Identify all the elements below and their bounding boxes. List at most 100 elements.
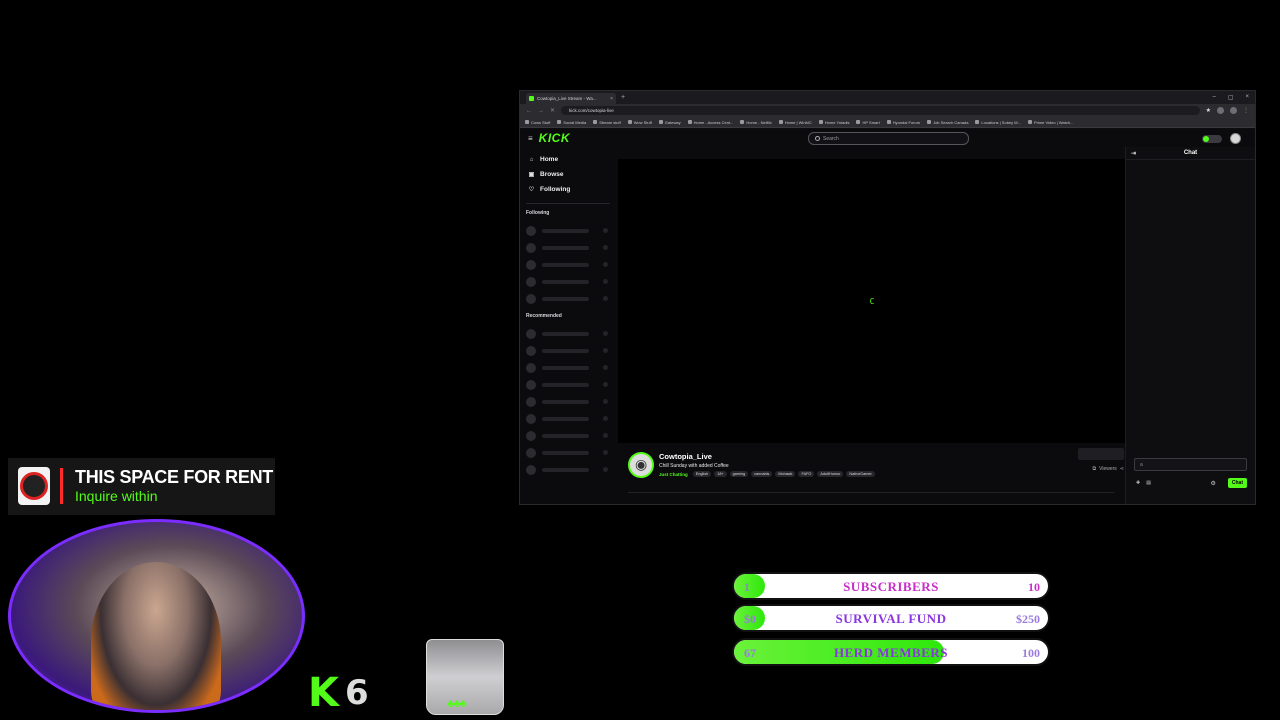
stream-category[interactable]: Just Chatting — [659, 472, 688, 477]
rent-subtitle: Inquire within — [75, 488, 158, 504]
stream-title: Chill Sunday with added Coffee — [659, 463, 729, 469]
menu-kebab-icon[interactable]: ⋮ — [1243, 107, 1249, 114]
bookmark-label: Home Yotadis — [824, 119, 850, 125]
recommended-list — [526, 325, 610, 478]
bookmark-label: Social Media — [563, 119, 587, 125]
bookmark-item[interactable]: Gateway — [658, 119, 681, 125]
bookmark-label: Wow Stuff — [633, 119, 652, 125]
bookmark-folder-icon — [886, 120, 891, 124]
close-window-button[interactable]: × — [1245, 94, 1249, 101]
bookmark-item[interactable]: Home - Netflix — [740, 119, 772, 125]
stop-icon[interactable]: ✕ — [550, 107, 555, 114]
goal-target: 100 — [1022, 646, 1040, 660]
tab-close-icon[interactable]: × — [610, 96, 613, 102]
chat-send-button[interactable]: Chat — [1227, 478, 1247, 488]
emote-icon[interactable]: ✚ — [1136, 480, 1140, 486]
share-icon[interactable]: ⋖ — [1120, 466, 1124, 472]
tab-bar: Cowtopia_Live Stream - Wa... × + – ▢ × — [520, 91, 1255, 104]
video-player[interactable]: C — [618, 159, 1126, 443]
bookmark-folder-icon — [627, 120, 632, 124]
stream-info: Cowtopia_Live Chill Sunday with added Co… — [628, 448, 1124, 482]
stream-tag[interactable]: cannabis — [751, 471, 773, 477]
maximize-button[interactable]: ▢ — [1228, 94, 1234, 101]
viewer-count: ⧉ Viewers ⋖ — [1093, 466, 1124, 472]
bookmark-item[interactable]: Home - Access Cent... — [687, 120, 733, 125]
bookmark-folder-icon — [927, 120, 932, 124]
goal-target: 10 — [1028, 580, 1040, 594]
search-input[interactable]: Search — [808, 132, 969, 145]
skeleton-row — [526, 222, 610, 239]
bookmark-item[interactable]: Social Media — [557, 120, 586, 125]
skeleton-row — [526, 359, 610, 376]
bookmark-label: Home | WinMC — [784, 119, 812, 125]
channel-name[interactable]: Cowtopia_Live — [659, 452, 712, 461]
goal-label: HERD MEMBERS — [834, 645, 948, 660]
collapse-chat-icon[interactable]: ⇥ — [1131, 150, 1136, 157]
bookmark-label: Locations | Sobey M... — [981, 119, 1021, 125]
gift-icon[interactable]: ▤ — [1146, 480, 1151, 486]
kick-logo[interactable]: KICK — [539, 131, 570, 145]
minimize-button[interactable]: – — [1212, 94, 1215, 101]
theme-toggle[interactable] — [1202, 134, 1222, 143]
skeleton-row — [526, 290, 610, 307]
bookmark-folder-icon — [658, 120, 663, 124]
skeleton-row — [526, 325, 610, 342]
bookmark-folder-icon — [1027, 120, 1032, 124]
skeleton-row — [526, 342, 610, 359]
sidebar-item-browse[interactable]: ▣ Browse — [526, 167, 610, 182]
stream-tags: Just Chatting English 18+ gaming cannabis Mo… — [659, 471, 875, 477]
new-tab-button[interactable]: + — [621, 94, 625, 101]
stream-tag[interactable]: AdultHumor — [817, 471, 844, 477]
rent-banner: THIS SPACE FOR RENT Inquire within — [8, 458, 275, 515]
back-icon[interactable]: ← — [526, 108, 532, 114]
bookmark-item[interactable]: Job Search Canada — [927, 120, 968, 125]
goal-label: SUBSCRIBERS — [843, 579, 939, 594]
stream-tag[interactable]: gaming — [729, 471, 749, 477]
profile-icon[interactable] — [1230, 107, 1237, 114]
stream-tag[interactable]: Mohawk — [775, 471, 796, 477]
sidebar-item-following[interactable]: ♡ Following — [526, 182, 610, 197]
bookmark-item[interactable]: Prime Video | Watch... — [1027, 120, 1073, 125]
channel-avatar[interactable] — [628, 452, 654, 478]
kick-favicon-icon — [529, 96, 534, 101]
bookmark-folder-icon — [818, 120, 823, 124]
stream-tag[interactable]: 18+ — [714, 471, 727, 477]
goal-target: $250 — [1016, 612, 1040, 626]
hamburger-menu-icon[interactable]: ≡ — [528, 134, 533, 143]
bookmark-item[interactable]: Cows Stuff — [525, 120, 550, 125]
bookmark-item[interactable]: Home Yotadis — [818, 119, 850, 125]
stream-tag[interactable]: FAFO — [798, 471, 815, 477]
sidebar-divider — [526, 203, 610, 204]
address-bar: ← → ✕ kick.com/cowtopia-live ★ ⋮ — [520, 104, 1255, 117]
bookmark-folder-icon — [856, 120, 861, 124]
streamer-image — [91, 562, 221, 710]
forward-icon[interactable]: → — [538, 108, 544, 114]
stream-tag[interactable]: English — [692, 471, 712, 477]
bookmark-folder-icon — [525, 120, 529, 124]
browser-tab[interactable]: Cowtopia_Live Stream - Wa... × — [526, 93, 616, 104]
extensions-icon[interactable] — [1217, 107, 1224, 114]
bookmark-label: Gateway — [664, 119, 681, 125]
chat-input[interactable]: a — [1134, 458, 1247, 471]
chat-toolbar: ✚ ▤ ⚙ Chat — [1136, 478, 1247, 488]
bookmark-label: Home - Netflix — [746, 119, 772, 125]
search-placeholder: Search — [823, 135, 839, 142]
follow-button[interactable] — [1078, 448, 1124, 460]
goal-bar-survival-fund: $0 SURVIVAL FUND $250 — [732, 604, 1050, 632]
bookmark-star-icon[interactable]: ★ — [1206, 107, 1211, 114]
bookmark-item[interactable]: Stream stuff — [593, 120, 621, 125]
clip-icon[interactable]: ⧉ — [1093, 466, 1097, 472]
stream-tag[interactable]: NativeGamer — [846, 471, 875, 477]
sidebar-item-home[interactable]: ⌂ Home — [526, 152, 610, 167]
user-avatar[interactable] — [1230, 133, 1241, 144]
bookmark-item[interactable]: Wow Stuff — [627, 119, 652, 125]
kick-follower-counter: K 6 — [308, 670, 369, 716]
bookmark-item[interactable]: HP Smart — [856, 120, 880, 125]
url-field[interactable]: kick.com/cowtopia-live — [561, 106, 1200, 115]
chat-title: Chat — [1183, 150, 1198, 156]
channel-logo-icon — [18, 467, 50, 505]
bookmark-item[interactable]: Home | WinMC — [778, 119, 812, 125]
gear-icon[interactable]: ⚙ — [1210, 480, 1215, 487]
bookmark-item[interactable]: Hyundai Forum — [886, 120, 920, 125]
bookmark-item[interactable]: Locations | Sobey M... — [975, 120, 1021, 125]
